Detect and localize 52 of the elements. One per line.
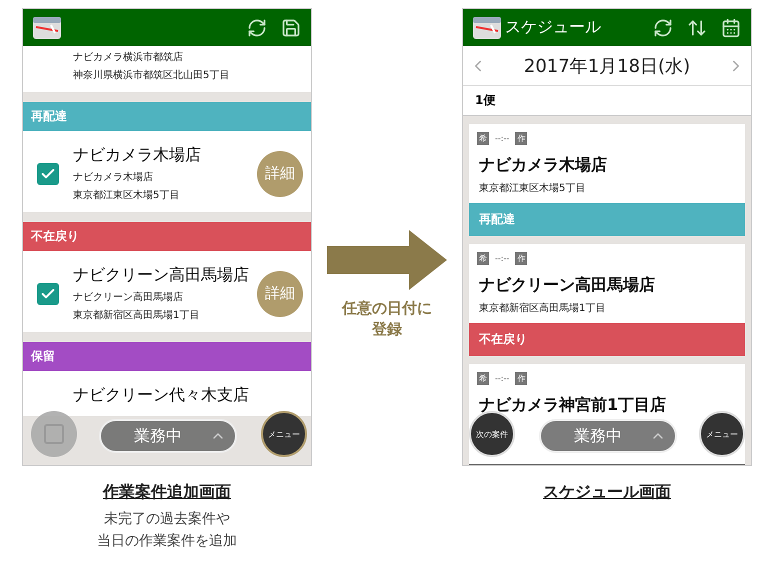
store-address: 東京都新宿区高田馬場1丁目: [479, 302, 606, 315]
store-address: 東京都江東区木場5丁目: [73, 188, 180, 202]
store-name: ナビクリーン高田馬場店: [73, 290, 184, 304]
caption-line: 当日の作業案件を追加: [97, 532, 237, 551]
refresh-icon[interactable]: [247, 18, 267, 38]
screen-caption: 作業案件追加画面: [103, 482, 231, 503]
screen-title: スケジュール: [505, 17, 602, 38]
calendar-icon[interactable]: [721, 18, 741, 38]
tag: 希: [477, 372, 489, 385]
map-icon: [473, 16, 501, 38]
store-title: ナビクリーン高田馬場店: [73, 265, 250, 286]
tag: 希: [477, 132, 489, 145]
arrow-label: 登録: [372, 319, 402, 340]
arrow-label: 任意の日付に: [342, 298, 432, 319]
status-pill[interactable]: 業務中: [539, 419, 677, 453]
checkbox[interactable]: [37, 162, 59, 184]
map-icon: [33, 16, 61, 38]
checkbox[interactable]: [37, 282, 59, 304]
screen-caption: スケジュール画面: [543, 482, 671, 503]
store-address: 東京都新宿区高田馬場1丁目: [73, 308, 200, 322]
right-arrow-icon: [327, 230, 447, 290]
detail-button[interactable]: 詳細: [257, 270, 303, 316]
checkbox-button[interactable]: [31, 411, 77, 457]
refresh-icon[interactable]: [653, 18, 673, 38]
detail-button[interactable]: 詳細: [257, 150, 303, 196]
caption-line: 未完了の過去案件や: [104, 510, 230, 529]
store-address: 神奈川県横浜市都筑区北山田5丁目: [73, 68, 230, 82]
store-title: ナビカメラ木場店: [479, 155, 608, 176]
time-text: --:--: [494, 253, 510, 264]
store-name: ナビカメラ木場店: [73, 170, 154, 184]
tag: 作: [515, 252, 528, 265]
trip-label: 1便: [463, 86, 751, 116]
tag: 希: [477, 252, 489, 265]
time-text: --:--: [494, 133, 510, 144]
section-label: 再配達: [23, 102, 311, 131]
save-icon[interactable]: [281, 18, 301, 38]
status-pill[interactable]: 業務中: [99, 419, 237, 453]
sort-icon[interactable]: [687, 18, 707, 38]
store-title: ナビカメラ木場店: [73, 145, 202, 166]
section-label: 不在戻り: [23, 222, 311, 251]
tag: 作: [515, 372, 528, 385]
menu-button[interactable]: メニュー: [261, 411, 307, 457]
store-title: ナビクリーン代々木支店: [73, 385, 250, 406]
status-band: 再配達: [469, 203, 745, 236]
store-name: ナビカメラ横浜市都筑店: [73, 50, 184, 64]
time-text: --:--: [494, 373, 510, 384]
store-address: 東京都江東区木場5丁目: [479, 182, 586, 195]
date-text: 2017年1月18日(水): [524, 54, 690, 78]
store-title: ナビクリーン高田馬場店: [479, 275, 656, 296]
status-band: 不在戻り: [469, 323, 745, 356]
tag: 作: [515, 132, 528, 145]
section-label: 保留: [23, 342, 311, 371]
